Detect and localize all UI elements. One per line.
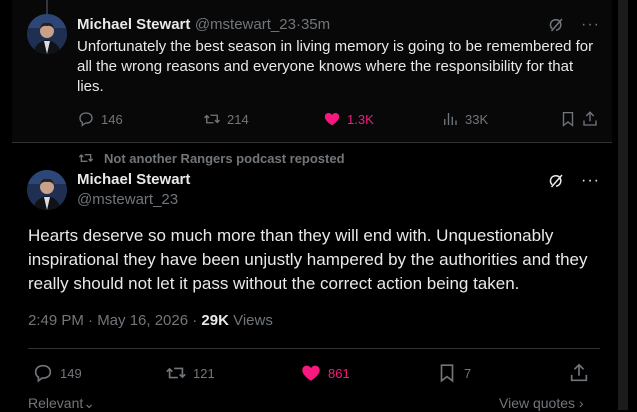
repost-icon bbox=[166, 367, 186, 379]
share-button[interactable] bbox=[581, 110, 599, 128]
repost-context[interactable]: Not another Rangers podcast reposted bbox=[78, 150, 345, 166]
bookmark-icon bbox=[440, 364, 454, 383]
avatar[interactable] bbox=[27, 14, 67, 54]
sort-label: Relevant bbox=[28, 395, 84, 411]
like-count: 861 bbox=[328, 365, 350, 381]
divider bbox=[12, 142, 612, 143]
tweet-text: Unfortunately the best season in living … bbox=[77, 38, 594, 95]
tweet-header: Michael Stewart @mstewart_23·35m bbox=[77, 16, 330, 34]
divider bbox=[28, 348, 600, 349]
repost-count: 214 bbox=[227, 111, 249, 127]
more-icon[interactable]: ··· bbox=[581, 17, 600, 33]
share-icon bbox=[570, 363, 588, 382]
heart-icon bbox=[302, 365, 320, 381]
bookmark-icon bbox=[562, 111, 574, 127]
tweet-actions: 149 121 861 7 bbox=[32, 362, 602, 386]
display-name[interactable]: Michael Stewart bbox=[77, 16, 190, 33]
scrollbar[interactable] bbox=[612, 0, 637, 410]
like-button[interactable]: 861 bbox=[300, 362, 350, 384]
view-quotes-label: View quotes bbox=[499, 395, 576, 411]
bookmark-button[interactable]: 7 bbox=[436, 362, 471, 384]
chevron-right-icon: › bbox=[578, 395, 584, 411]
repost-icon bbox=[78, 154, 94, 162]
timeline-column: Michael Stewart @mstewart_23·35m ··· Unf… bbox=[12, 0, 612, 412]
timestamp[interactable]: 35m bbox=[301, 16, 330, 33]
heart-icon bbox=[324, 113, 340, 126]
share-icon bbox=[583, 111, 597, 126]
thread-line bbox=[46, 0, 48, 14]
reply-button[interactable]: 146 bbox=[77, 110, 123, 128]
reply-icon bbox=[34, 364, 52, 383]
tweet-meta: 2:49 PM · May 16, 2026 · 29K Views bbox=[28, 312, 273, 329]
grok-icon[interactable] bbox=[547, 172, 565, 190]
view-quotes-link[interactable]: View quotes › bbox=[499, 395, 584, 411]
views-label: Views bbox=[228, 312, 273, 329]
share-button[interactable] bbox=[568, 362, 590, 384]
chevron-down-icon: ⌄ bbox=[83, 395, 95, 411]
repost-count: 121 bbox=[193, 365, 215, 381]
reply-icon bbox=[79, 112, 93, 127]
avatar[interactable] bbox=[27, 170, 67, 210]
repost-button[interactable]: 121 bbox=[165, 362, 215, 384]
sort-replies-button[interactable]: Relevant⌄ bbox=[28, 395, 95, 412]
parent-tweet[interactable]: Michael Stewart @mstewart_23·35m ··· Unf… bbox=[12, 0, 612, 142]
handle[interactable]: @mstewart_23 bbox=[195, 16, 296, 33]
grok-icon[interactable] bbox=[547, 16, 565, 34]
display-name[interactable]: Michael Stewart bbox=[77, 171, 190, 188]
reply-count: 149 bbox=[60, 365, 82, 381]
header-actions: ··· bbox=[547, 16, 600, 34]
reply-count: 146 bbox=[101, 111, 123, 127]
tweet-text: Hearts deserve so much more than they wi… bbox=[28, 226, 588, 293]
repost-button[interactable]: 214 bbox=[203, 110, 249, 128]
reply-button[interactable]: 149 bbox=[32, 362, 82, 384]
views-count: 33K bbox=[465, 111, 489, 127]
handle[interactable]: @mstewart_23 bbox=[77, 191, 178, 208]
views-icon bbox=[444, 113, 457, 125]
header-actions: ··· bbox=[547, 172, 600, 190]
views-count: 29K bbox=[201, 312, 229, 329]
repost-icon bbox=[204, 114, 220, 124]
timestamp[interactable]: 2:49 PM · May 16, 2026 · bbox=[28, 312, 201, 329]
like-count: 1.3K bbox=[347, 111, 374, 127]
repost-context-label: Not another Rangers podcast reposted bbox=[104, 150, 345, 166]
more-icon[interactable]: ··· bbox=[581, 173, 600, 189]
scrollbar-thumb[interactable] bbox=[618, 0, 628, 410]
tweet-actions: 146 214 1.3K 33K bbox=[77, 110, 599, 132]
like-button[interactable]: 1.3K bbox=[323, 110, 374, 128]
bookmark-count: 7 bbox=[464, 365, 472, 381]
views-button[interactable]: 33K bbox=[441, 110, 488, 128]
bookmark-button[interactable] bbox=[559, 110, 577, 128]
